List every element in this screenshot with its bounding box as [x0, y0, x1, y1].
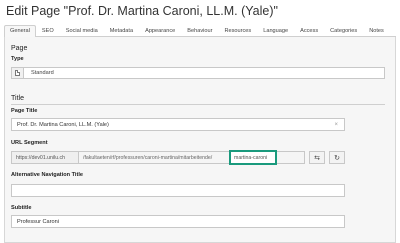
type-label: Type [11, 56, 24, 62]
toggle-edit-button[interactable]: ⇆ [309, 151, 325, 164]
page-icon [15, 70, 20, 76]
url-slug-input[interactable]: martina-caroni [229, 150, 277, 165]
form-panel: Page Type Standard Title Page Title Prof… [4, 37, 396, 243]
page-title: Edit Page "Prof. Dr. Martina Caroni, LL.… [6, 4, 278, 18]
tab-behaviour[interactable]: Behaviour [181, 25, 218, 37]
refresh-icon: ↻ [334, 154, 340, 162]
tab-access[interactable]: Access [294, 25, 324, 37]
toggle-icon: ⇆ [314, 154, 320, 162]
tab-social-media[interactable]: Social media [60, 25, 104, 37]
page-title-label: Page Title [11, 108, 38, 114]
tab-resources[interactable]: Resources [218, 25, 257, 37]
subtitle-label: Subtitle [11, 205, 32, 211]
section-title-page: Page [11, 45, 28, 52]
recalculate-slug-button[interactable]: ↻ [329, 151, 345, 164]
page-type-cell [12, 68, 24, 78]
tab-seo[interactable]: SEO [36, 25, 60, 37]
tab-appearance[interactable]: Appearance [139, 25, 181, 37]
type-value: Standard [31, 70, 54, 76]
url-segment-label: URL Segment [11, 140, 48, 146]
tab-general[interactable]: General [4, 25, 36, 37]
subtitle-input[interactable]: Professur Caroni [11, 215, 345, 228]
alt-nav-title-label: Alternative Navigation Title [11, 172, 84, 178]
page-title-input[interactable]: Prof. Dr. Martina Caroni, LL.M. (Yale) × [11, 118, 345, 131]
tab-notes[interactable]: Notes [363, 25, 390, 37]
tab-bar: General SEO Social media Metadata Appear… [4, 25, 396, 37]
url-prefix: https://dev01.unilu.ch [11, 151, 79, 164]
alt-nav-title-input[interactable] [11, 184, 345, 197]
subtitle-value: Professur Caroni [17, 218, 59, 225]
section-title-title: Title [11, 95, 24, 102]
page-title-value: Prof. Dr. Martina Caroni, LL.M. (Yale) [17, 121, 109, 128]
tab-categories[interactable]: Categories [324, 25, 363, 37]
tab-language[interactable]: Language [257, 25, 294, 37]
clear-icon[interactable]: × [334, 122, 338, 128]
type-select[interactable]: Standard [11, 67, 385, 79]
tab-metadata[interactable]: Metadata [104, 25, 139, 37]
section-divider [11, 104, 385, 105]
